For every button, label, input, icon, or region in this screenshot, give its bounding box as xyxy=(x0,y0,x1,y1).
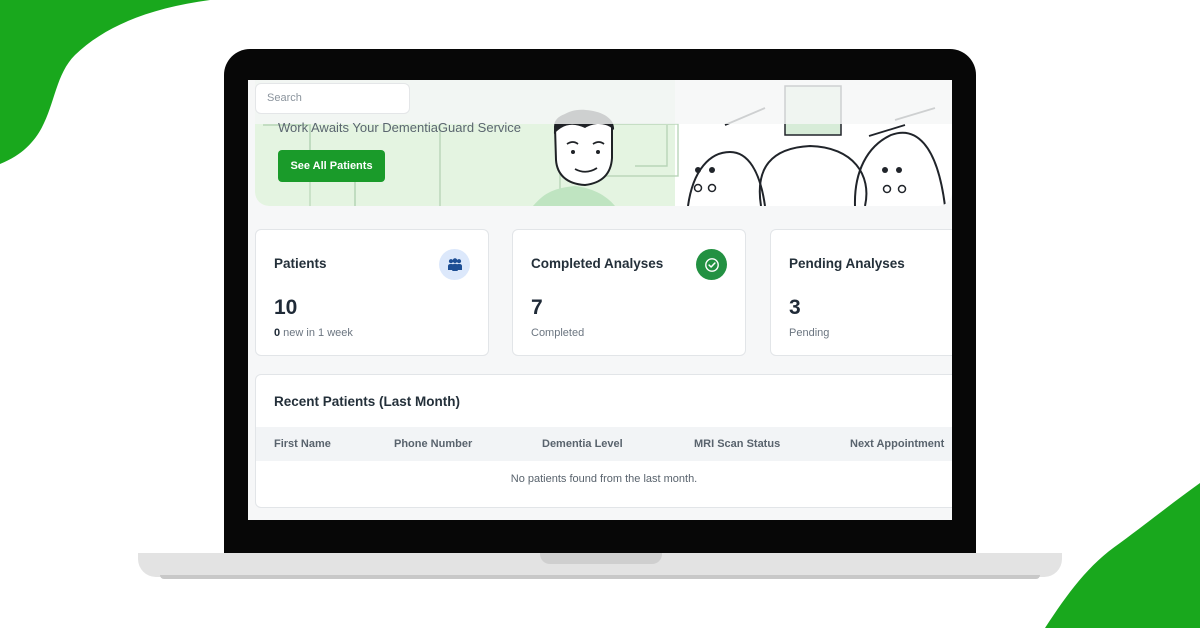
column-dementia-level: Dementia Level xyxy=(542,438,623,450)
search-input[interactable]: Search xyxy=(255,83,410,114)
check-circle-icon xyxy=(696,249,727,280)
promo-canvas: Search Work Awaits Your DementiaGuard Se… xyxy=(0,0,1200,628)
column-mri-scan-status: MRI Scan Status xyxy=(694,438,781,450)
completed-analyses-card: Completed Analyses 7 Completed xyxy=(512,229,746,356)
check-circle-glyph xyxy=(704,257,719,272)
recent-patients-panel: Recent Patients (Last Month) First Name … xyxy=(255,374,952,508)
users-icon xyxy=(439,249,470,280)
empty-table-message: No patients found from the last month. xyxy=(510,473,698,485)
pending-count: 3 xyxy=(789,296,801,319)
column-first-name: First Name xyxy=(274,438,331,450)
patients-new-count: 0 new in 1 week xyxy=(274,327,353,339)
patients-count: 10 xyxy=(274,296,298,319)
patients-card-title: Patients xyxy=(274,256,327,271)
laptop-notch xyxy=(540,553,662,564)
see-all-patients-button[interactable]: See All Patients xyxy=(278,150,385,182)
laptop-foot xyxy=(160,575,1040,579)
pending-label: Pending xyxy=(789,327,830,339)
column-phone-number: Phone Number xyxy=(394,438,473,450)
pending-analyses-card: Pending Analyses 3 Pending xyxy=(770,229,952,356)
new-patients-label: new in 1 week xyxy=(280,327,353,339)
users-icon-glyph xyxy=(447,257,462,271)
welcome-message: Work Awaits Your DementiaGuard Service xyxy=(278,120,522,135)
dashboard-screen: Search Work Awaits Your DementiaGuard Se… xyxy=(248,80,952,520)
patients-stat-card: Patients 10 0 new in 1 week xyxy=(255,229,489,356)
completed-card-title: Completed Analyses xyxy=(531,256,664,271)
column-next-appointment: Next Appointment xyxy=(850,438,945,450)
bottom-right-green-decoration xyxy=(1045,483,1200,628)
recent-patients-title: Recent Patients (Last Month) xyxy=(274,394,461,409)
doctor-illustration xyxy=(533,109,615,206)
top-left-green-decoration xyxy=(0,0,210,164)
completed-count: 7 xyxy=(531,296,543,319)
completed-label: Completed xyxy=(531,327,585,339)
pending-card-title: Pending Analyses xyxy=(789,256,905,271)
patients-table-header: First Name Phone Number Dementia Level M… xyxy=(256,427,952,461)
